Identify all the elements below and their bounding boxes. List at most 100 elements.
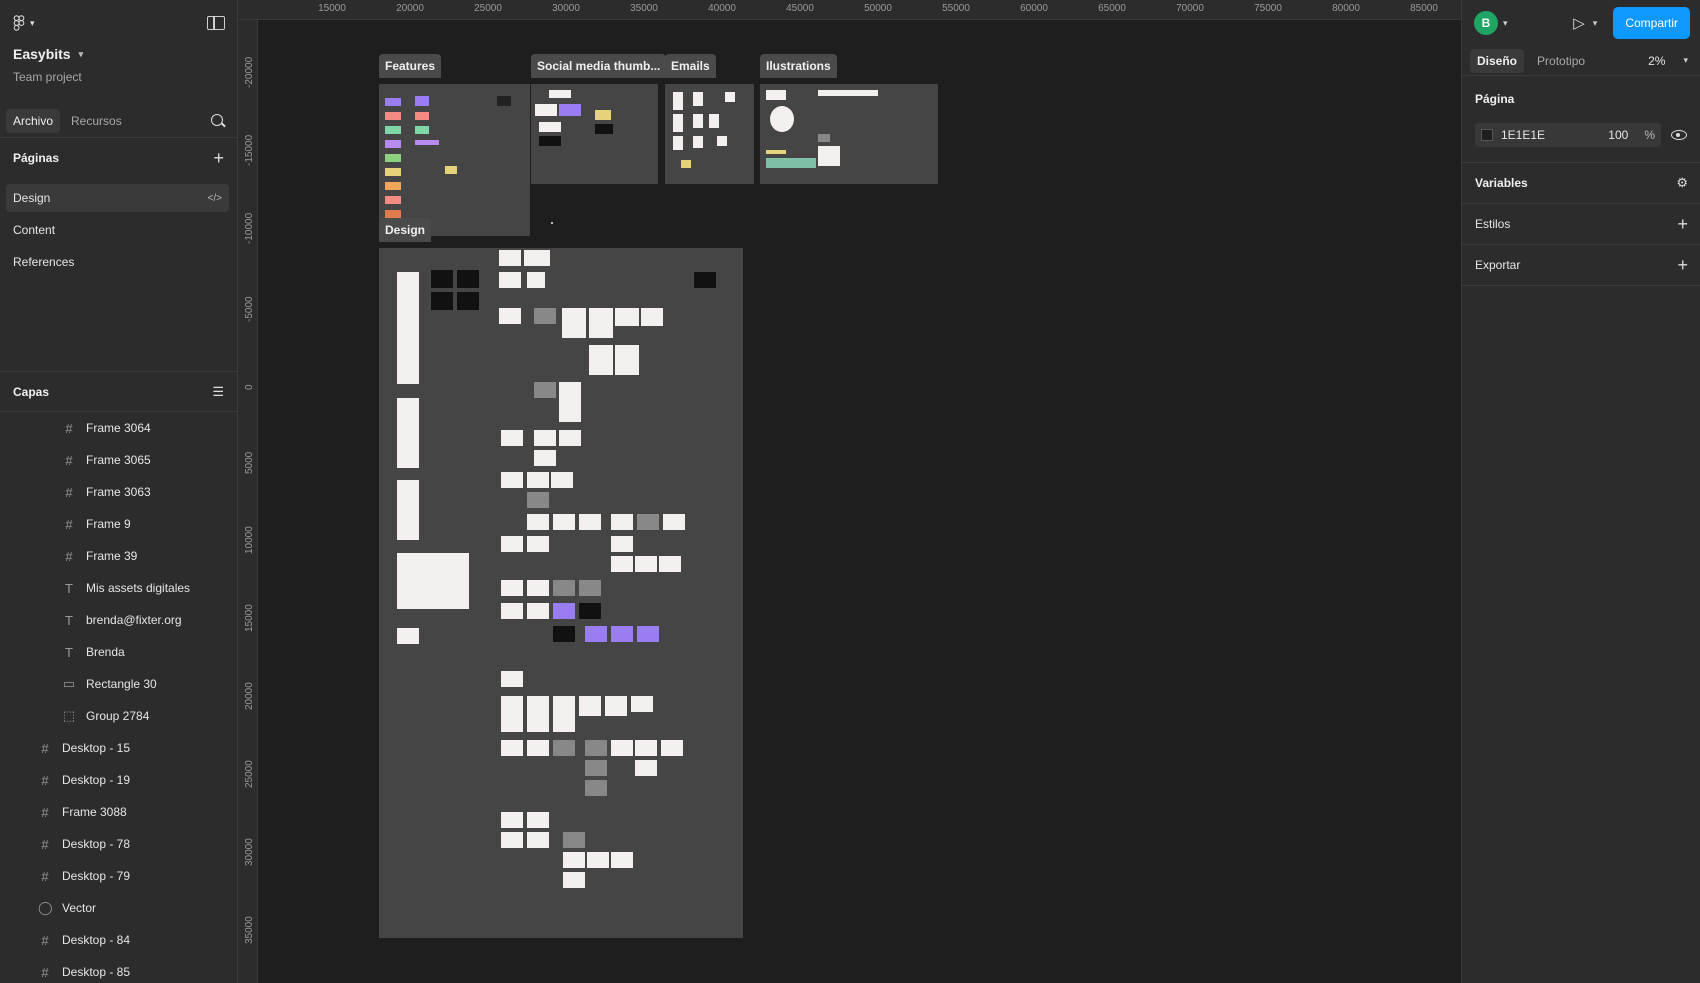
frame-label-features[interactable]: Features: [379, 54, 442, 78]
pages-list: Design </> Content References: [6, 184, 229, 280]
layers-list: # Frame 3064 # Frame 3065 # Frame 3063 # Fra…: [0, 412, 237, 983]
layer-item[interactable]: ▭ Rectangle 30: [0, 668, 237, 700]
add-style-icon[interactable]: +: [1677, 214, 1688, 235]
frame-icon: #: [41, 932, 49, 948]
layer-item[interactable]: # Frame 3064: [0, 412, 237, 444]
chevron-down-icon: ▾: [78, 48, 84, 59]
project-name[interactable]: Easybits ▾: [13, 46, 224, 62]
page-fill-input[interactable]: 1E1E1E 100 %: [1475, 123, 1661, 147]
layer-item[interactable]: ◯ Vector: [0, 892, 237, 924]
toggle-sidebar-icon[interactable]: [207, 16, 225, 30]
search-icon[interactable]: [211, 113, 225, 128]
color-swatch[interactable]: [1481, 129, 1493, 141]
add-export-icon[interactable]: +: [1677, 255, 1688, 276]
frame-icon: #: [41, 740, 49, 756]
share-button[interactable]: Compartir: [1613, 7, 1690, 39]
thumbnail: [766, 150, 786, 154]
thumbnail: [539, 122, 561, 132]
vector-icon: ◯: [38, 900, 53, 915]
thumbnail: [385, 196, 401, 204]
layer-item[interactable]: # Desktop - 19: [0, 764, 237, 796]
collapse-layers-icon[interactable]: ☰: [212, 384, 224, 400]
pages-header: Páginas +: [0, 141, 237, 175]
ruler-tick: 5000: [244, 451, 255, 474]
layer-item[interactable]: # Frame 9: [0, 508, 237, 540]
eye-icon[interactable]: [1671, 130, 1687, 140]
styles-title: Estilos: [1475, 217, 1511, 231]
layer-item[interactable]: # Desktop - 78: [0, 828, 237, 860]
group-icon: ⬚: [62, 708, 76, 723]
variables-section[interactable]: Variables ⚙: [1462, 163, 1700, 204]
layer-item[interactable]: # Desktop - 15: [0, 732, 237, 764]
thumbnail: [431, 270, 453, 288]
present-play-icon[interactable]: ▷: [1573, 14, 1585, 32]
layer-item[interactable]: # Desktop - 84: [0, 924, 237, 956]
zoom-level[interactable]: 2%: [1648, 54, 1665, 68]
layer-item[interactable]: Tbrenda@fixter.org: [0, 604, 237, 636]
add-page-icon[interactable]: +: [213, 148, 224, 169]
figma-menu-button[interactable]: ▾: [12, 15, 35, 31]
design-canvas[interactable]: Features Social media thumb... Emails Il…: [259, 21, 1461, 983]
frame-label-social[interactable]: Social media thumb...: [531, 54, 667, 78]
frame-illustrations[interactable]: [760, 84, 938, 184]
thumbnail: [553, 580, 575, 596]
thumbnail: [534, 308, 556, 324]
layer-item[interactable]: T Brenda: [0, 636, 237, 668]
tab-file[interactable]: Archivo: [6, 108, 61, 133]
thumbnail: [579, 696, 601, 716]
page-item-content[interactable]: Content: [6, 216, 229, 244]
thumbnail: [527, 696, 549, 732]
layer-item[interactable]: T Mis assets digitales: [0, 572, 237, 604]
variables-settings-icon[interactable]: ⚙: [1676, 175, 1688, 191]
avatar[interactable]: B: [1474, 11, 1498, 35]
chevron-down-icon[interactable]: ▾: [1683, 55, 1688, 66]
frame-social[interactable]: [531, 84, 658, 184]
layer-item[interactable]: # Frame 3065: [0, 444, 237, 476]
frame-icon: #: [41, 964, 49, 980]
thumbnail: [397, 272, 419, 384]
layer-label: Desktop - 78: [62, 837, 131, 851]
layer-item[interactable]: # Frame 39: [0, 540, 237, 572]
ruler-tick: 35000: [630, 3, 658, 14]
layer-label: Frame 9: [86, 517, 131, 531]
tab-design[interactable]: Diseño: [1470, 48, 1525, 73]
page-item-references[interactable]: References: [6, 248, 229, 276]
page-fill-hex[interactable]: 1E1E1E: [1501, 128, 1545, 142]
thumbnail: [579, 514, 601, 530]
ruler-tick: 40000: [708, 3, 736, 14]
chevron-down-icon[interactable]: ▾: [1593, 18, 1598, 29]
page-item-design[interactable]: Design </>: [6, 184, 229, 212]
layer-item[interactable]: # Desktop - 85: [0, 956, 237, 983]
thumbnail: [766, 158, 816, 168]
thumbnail: [615, 345, 639, 375]
frame-features[interactable]: [379, 84, 530, 236]
frame-label-illustrations[interactable]: Ilustrations: [760, 54, 837, 78]
thumbnail: [717, 136, 727, 146]
layer-label: brenda@fixter.org: [86, 613, 182, 627]
page-fill-opacity[interactable]: 100: [1608, 128, 1628, 142]
thumbnail: [635, 760, 657, 776]
layer-label: Frame 39: [86, 549, 138, 563]
frame-label-design[interactable]: Design: [379, 218, 432, 242]
layer-item[interactable]: # Desktop - 79: [0, 860, 237, 892]
frame-design[interactable]: [379, 248, 743, 938]
dev-mode-icon[interactable]: </>: [208, 193, 222, 204]
thumbnail: [611, 740, 633, 756]
tab-assets[interactable]: Recursos: [64, 109, 129, 133]
layer-item[interactable]: # Frame 3063: [0, 476, 237, 508]
layer-item[interactable]: # Frame 3088: [0, 796, 237, 828]
thumbnail: [385, 140, 401, 148]
thumbnail: [527, 272, 545, 288]
thumbnail: [681, 160, 691, 168]
frame-emails[interactable]: [665, 84, 754, 184]
thumbnail: [527, 603, 549, 619]
thumbnail: [693, 136, 703, 148]
layer-label: Vector: [62, 901, 97, 915]
frame-label-emails[interactable]: Emails: [665, 54, 716, 78]
chevron-down-icon[interactable]: ▾: [1503, 18, 1508, 29]
tab-prototype[interactable]: Prototipo: [1530, 49, 1592, 73]
layer-item[interactable]: ⬚ Group 2784: [0, 700, 237, 732]
thumbnail: [595, 124, 613, 134]
pages-title: Páginas: [13, 151, 60, 165]
thumbnail: [615, 308, 639, 326]
